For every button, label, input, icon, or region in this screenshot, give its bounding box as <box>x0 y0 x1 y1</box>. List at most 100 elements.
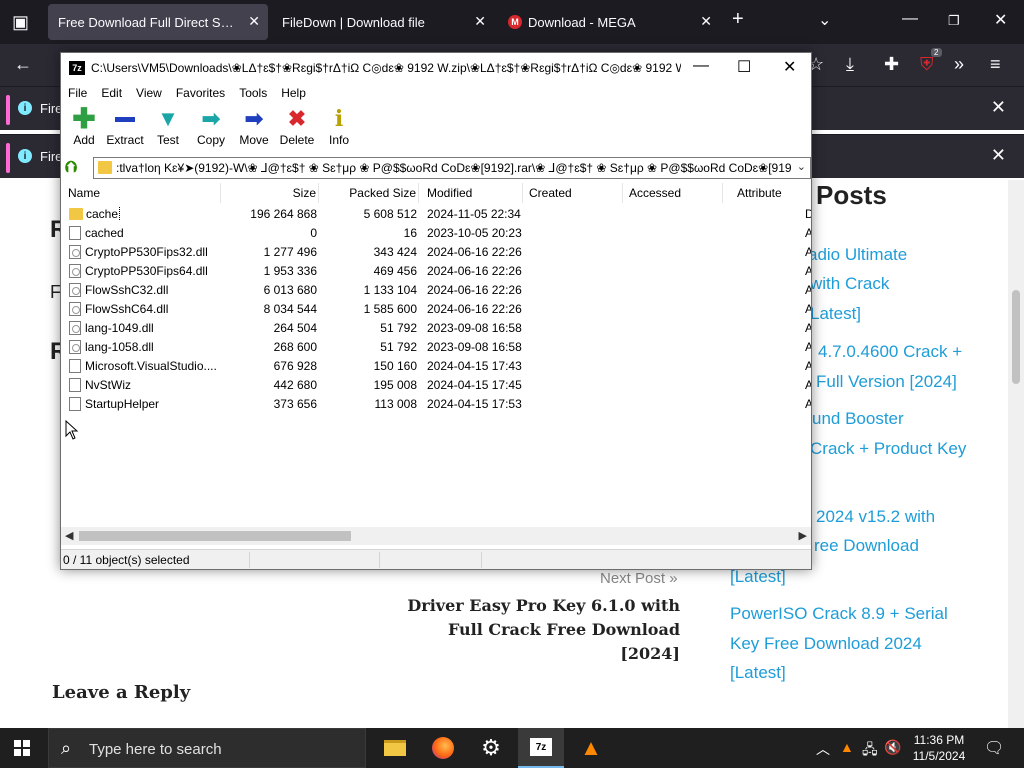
table-row[interactable]: CryptoPP530Fips64.dll 1 953 336 469 456 202… <box>61 262 811 281</box>
next-post-label[interactable]: Next Post » <box>600 570 678 587</box>
tab-mega[interactable]: M Download - MEGA ✕ <box>498 4 720 40</box>
sidebar-link[interactable]: Crack + Product Key <box>810 434 966 464</box>
table-row[interactable]: Microsoft.VisualStudio.... 676 928 150 160… <box>61 357 811 376</box>
address-field[interactable]: :tlva†loη Kɛ¥➤(9192)-W\❀ ⅃@†ɛ$† ❀ Sɛ†μρ … <box>93 157 811 179</box>
chevron-right-icon[interactable]: ▶ <box>799 529 807 542</box>
clock[interactable]: 11:36 PM 11/5/2024 <box>904 732 974 764</box>
up-folder-icon[interactable]: ⮉ <box>65 159 85 177</box>
sidebar-link[interactable]: Latest] <box>810 299 861 329</box>
minimize-icon[interactable]: — <box>902 10 918 28</box>
table-row[interactable]: CryptoPP530Fips32.dll 1 277 496 343 424 202… <box>61 243 811 262</box>
table-row[interactable]: FlowSshC32.dll 6 013 680 1 133 104 2024-06-… <box>61 281 811 300</box>
file-explorer-icon[interactable] <box>372 728 418 768</box>
sidebar-link[interactable]: adio Ultimate <box>808 240 907 270</box>
sevenzip-logo-icon: 7z <box>69 61 85 75</box>
table-row[interactable]: cached 0 16 2023-10-05 20:23 A <box>61 224 811 243</box>
info-label: Info <box>328 133 349 147</box>
file-icon <box>69 264 81 278</box>
menu-favorites[interactable]: Favorites <box>169 83 232 103</box>
sidebar-link[interactable]: with Crack <box>810 269 889 299</box>
col-header-accessed[interactable]: Accessed <box>623 183 723 203</box>
search-icon: ⌕ <box>61 738 72 758</box>
cell-name: cached <box>85 226 124 240</box>
table-row[interactable]: lang-1058.dll 268 600 51 792 2023-09-08 16:… <box>61 338 811 357</box>
table-row[interactable]: StartupHelper 373 656 113 008 2024-04-15 17… <box>61 395 811 414</box>
sidebar-link[interactable]: 2024 v15.2 with <box>816 502 935 532</box>
col-header-created[interactable]: Created <box>523 183 623 203</box>
firefox-icon[interactable] <box>420 728 466 768</box>
col-header-attributes[interactable]: Attribute <box>723 183 811 203</box>
volume-muted-icon[interactable]: 🔇 <box>884 739 901 756</box>
move-button[interactable]: ➡ Move <box>231 107 277 151</box>
col-header-name[interactable]: Name <box>61 183 221 203</box>
table-row[interactable]: lang-1049.dll 264 504 51 792 2023-09-08 16:… <box>61 319 811 338</box>
info-button[interactable]: i Info <box>316 107 362 151</box>
vlc-tray-icon[interactable]: ▲ <box>840 739 854 755</box>
extensions-icon[interactable]: ✚ <box>884 54 899 75</box>
cell-attributes: A <box>805 245 811 259</box>
sidebar-link[interactable]: Key Free Download 2024 <box>730 629 922 659</box>
vlc-cone-icon[interactable]: ▲ <box>568 728 614 768</box>
close-icon[interactable]: ✕ <box>991 145 1006 166</box>
table-row[interactable]: FlowSshC64.dll 8 034 544 1 585 600 2024-06-… <box>61 300 811 319</box>
windows-start-icon[interactable] <box>14 740 30 756</box>
chevron-left-icon[interactable]: ◀ <box>65 529 73 542</box>
extract-button[interactable]: Extract <box>101 107 149 151</box>
menu-help[interactable]: Help <box>274 83 313 103</box>
tab-filedown[interactable]: FileDown | Download file ✕ <box>272 4 494 40</box>
col-header-size[interactable]: Size <box>221 183 319 203</box>
chevron-down-icon[interactable]: ⌄ <box>818 10 831 30</box>
taskbar-search[interactable]: ⌕ Type here to search <box>48 728 366 768</box>
scrollbar-thumb[interactable] <box>1012 290 1020 384</box>
copy-button[interactable]: ➡ Copy <box>188 107 234 151</box>
maximize-icon[interactable]: ☐ <box>737 57 751 77</box>
restore-icon[interactable]: ❐ <box>948 13 960 29</box>
test-button[interactable]: ▼ Test <box>145 107 191 151</box>
sidebar-link[interactable]: [Latest] <box>730 658 786 688</box>
notification-accent <box>6 143 10 173</box>
page-scrollbar[interactable] <box>1008 180 1024 728</box>
table-row[interactable]: cache 196 264 868 5 608 512 2024-11-05 22:3… <box>61 205 811 224</box>
file-icon <box>69 340 81 354</box>
minimize-icon[interactable]: — <box>693 57 709 75</box>
tab-free-download[interactable]: Free Download Full Direct SetUp - D ✕ <box>48 4 268 40</box>
tab-overview-icon[interactable]: ▣ <box>12 12 29 33</box>
next-post-title[interactable]: Driver Easy Pro Key 6.1.0 with Full Crac… <box>400 594 680 666</box>
close-window-icon[interactable]: ✕ <box>783 57 796 77</box>
back-icon[interactable]: ← <box>14 54 32 75</box>
menu-icon[interactable]: ≡ <box>990 54 1001 75</box>
sidebar-link[interactable]: ree Download <box>814 531 919 561</box>
close-window-icon[interactable]: ✕ <box>994 10 1007 30</box>
col-header-packed[interactable]: Packed Size <box>319 183 419 203</box>
sidebar-link[interactable]: 4.7.0.4600 Crack + <box>818 337 962 367</box>
menu-view[interactable]: View <box>129 83 169 103</box>
horizontal-scrollbar[interactable]: ◀ ▶ <box>61 527 811 545</box>
close-icon[interactable]: ✕ <box>991 97 1006 118</box>
cell-packed-size: 195 008 <box>373 378 417 392</box>
scrollbar-thumb[interactable] <box>79 531 351 541</box>
menu-file[interactable]: File <box>61 83 94 103</box>
close-icon[interactable]: ✕ <box>700 13 712 30</box>
add-label: Add <box>73 133 95 147</box>
close-icon[interactable]: ✕ <box>248 13 260 30</box>
sidebar-link[interactable]: Full Version [2024] <box>816 367 957 397</box>
new-tab-icon[interactable]: + <box>732 8 744 31</box>
menu-edit[interactable]: Edit <box>94 83 129 103</box>
sidebar-link[interactable]: und Booster <box>812 404 904 434</box>
table-row[interactable]: NvStWiz 442 680 195 008 2024-04-15 17:45 A <box>61 376 811 395</box>
chevron-up-icon[interactable]: ︿ <box>816 739 830 759</box>
sevenzip-taskbar-icon[interactable]: 7z <box>518 728 564 768</box>
downloads-icon[interactable]: ⤓ <box>846 54 854 75</box>
settings-gear-icon[interactable]: ⚙ <box>468 728 514 768</box>
menu-tools[interactable]: Tools <box>232 83 274 103</box>
network-icon[interactable]: 🖧 <box>862 739 878 763</box>
cell-attributes: A <box>805 340 811 354</box>
delete-button[interactable]: ✖ Delete <box>274 107 320 151</box>
ublock-icon[interactable]: ⛨ 2 <box>920 48 942 75</box>
sidebar-link[interactable]: PowerISO Crack 8.9 + Serial <box>730 599 948 629</box>
close-icon[interactable]: ✕ <box>474 13 486 30</box>
overflow-icon[interactable]: » <box>954 54 964 75</box>
col-header-modified[interactable]: Modified <box>419 183 523 203</box>
notifications-icon[interactable]: 🗨 <box>984 738 1004 758</box>
chevron-down-icon[interactable]: ⌄ <box>797 160 806 173</box>
